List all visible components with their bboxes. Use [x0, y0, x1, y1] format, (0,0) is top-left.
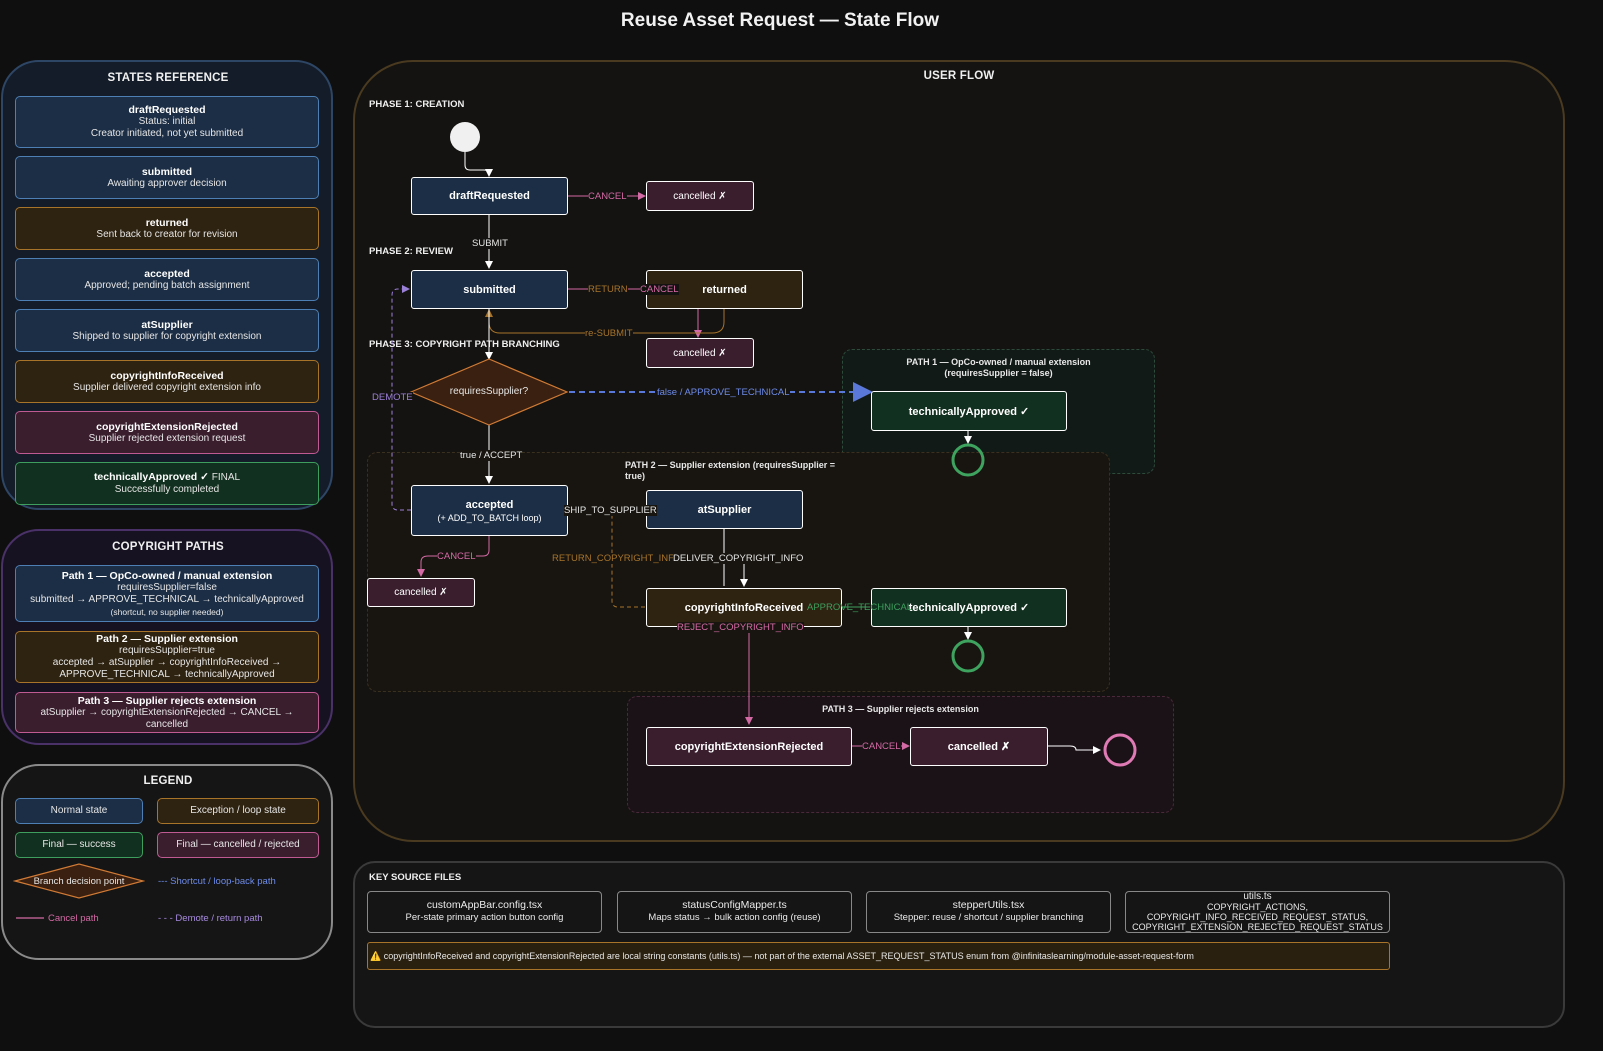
end-node-path2	[951, 639, 985, 673]
edge-label-resubmit: re-SUBMIT	[585, 328, 633, 339]
node-copyrightextensionrejected: copyrightExtensionRejected	[646, 727, 852, 766]
node-decision-label: requiresSupplier?	[449, 386, 529, 397]
node-cancelled-3: cancelled ✗	[367, 578, 475, 607]
edge-label-approve-technical: APPROVE_TECHNICAL	[807, 602, 913, 613]
file-card-utils: utils.ts COPYRIGHT_ACTIONS, COPYRIGHT_IN…	[1125, 891, 1390, 933]
edge-label-return-copyright: RETURN_COPYRIGHT_INFO	[552, 553, 682, 564]
edge-label-return: RETURN	[588, 284, 628, 295]
end-node-path1	[951, 443, 985, 477]
edge-label-ship: SHIP_TO_SUPPLIER	[564, 505, 657, 516]
node-draftrequested: draftRequested	[411, 177, 568, 215]
node-cancelled-4: cancelled ✗	[910, 727, 1048, 766]
edge-label-reject-copyright: REJECT_COPYRIGHT_INFO	[677, 622, 804, 633]
node-cancelled-1: cancelled ✗	[646, 181, 754, 211]
edge-label-demote: DEMOTE	[372, 392, 413, 403]
node-technicallyapproved-1: technicallyApproved ✓	[871, 391, 1067, 431]
start-node	[450, 122, 480, 152]
file-card-customappbar: customAppBar.config.tsx Per-state primar…	[367, 891, 602, 933]
edge-label-submit: SUBMIT	[472, 238, 508, 249]
edge-label-deliver-copyright: DELIVER_COPYRIGHT_INFO	[673, 553, 804, 564]
node-cancelled-2: cancelled ✗	[646, 338, 754, 368]
edge-label-cancel-2: CANCEL	[640, 284, 679, 295]
file-card-stepperutils: stepperUtils.tsx Stepper: reuse / shortc…	[866, 891, 1111, 933]
edge-label-cancel-3: CANCEL	[437, 551, 476, 562]
edge-label-cancel-1: CANCEL	[588, 191, 627, 202]
node-accepted: accepted (+ ADD_TO_BATCH loop)	[411, 485, 568, 536]
warning-text: ⚠️ copyrightInfoReceived and copyrightEx…	[370, 950, 1194, 961]
key-files-title: KEY SOURCE FILES	[369, 872, 462, 883]
node-atsupplier: atSupplier	[646, 490, 803, 529]
node-submitted: submitted	[411, 270, 568, 309]
warning-banner: ⚠️ copyrightInfoReceived and copyrightEx…	[367, 942, 1390, 970]
edge-label-false-approve: false / APPROVE_TECHNICAL	[657, 387, 790, 398]
file-card-statusconfigmapper: statusConfigMapper.ts Maps status → bulk…	[617, 891, 852, 933]
end-node-path3	[1103, 733, 1137, 767]
edge-label-true-accept: true / ACCEPT	[460, 450, 523, 461]
edge-label-cancel-4: CANCEL	[862, 741, 901, 752]
